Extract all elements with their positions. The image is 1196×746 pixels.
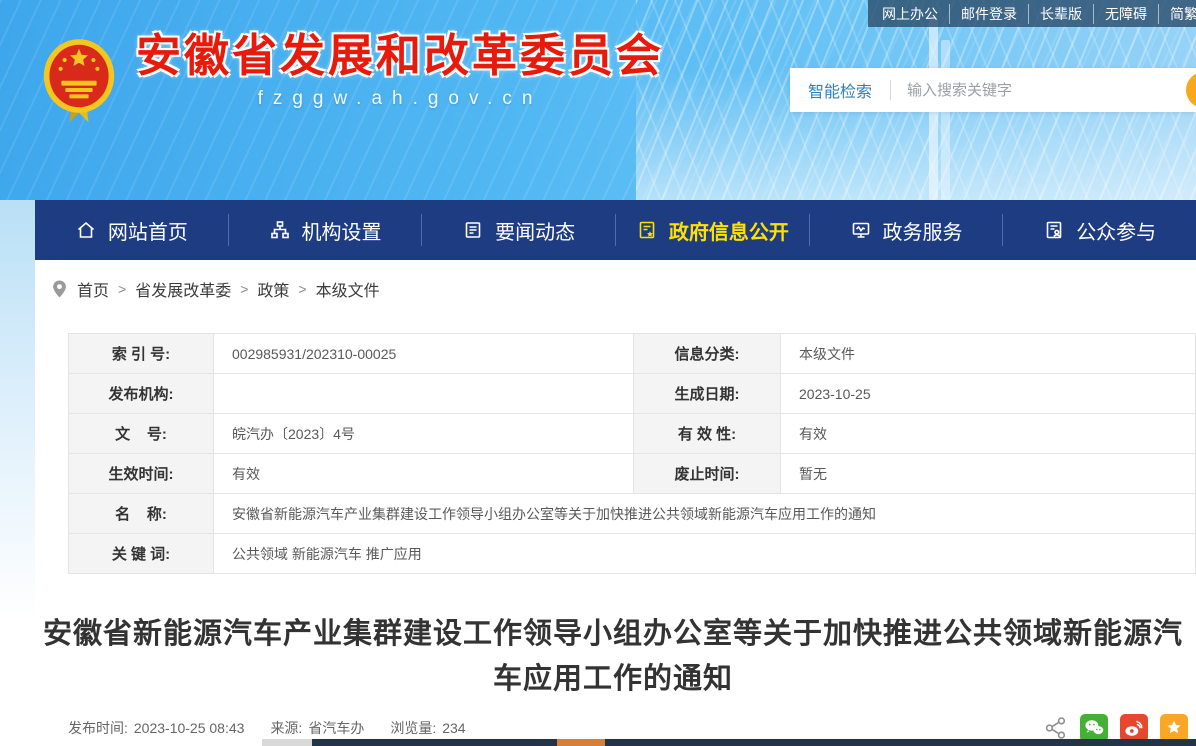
nav-label: 网站首页 <box>108 216 188 245</box>
breadcrumb-item-policy[interactable]: 政策 <box>257 277 289 301</box>
field-label-effective-time: 生效时间: <box>69 454 214 494</box>
nav-label: 政府信息公开 <box>669 216 789 245</box>
nav-item-news[interactable]: 要闻动态 <box>462 216 575 245</box>
home-icon <box>75 219 97 241</box>
bottom-content-strip <box>262 739 1196 746</box>
nav-label: 公众参与 <box>1076 216 1156 245</box>
field-label-name: 名 称: <box>69 494 214 534</box>
field-label-keywords: 关 键 词: <box>69 534 214 574</box>
article-source: 来源: 省汽车办 <box>270 718 364 738</box>
top-link-mail-login[interactable]: 邮件登录 <box>949 4 1017 24</box>
breadcrumb-item-current-level-docs[interactable]: 本级文件 <box>316 277 380 301</box>
search-button[interactable] <box>1186 72 1196 108</box>
qzone-share-icon[interactable] <box>1160 714 1188 742</box>
field-label-info-category: 信息分类: <box>634 334 781 374</box>
nav-item-home[interactable]: 网站首页 <box>75 216 188 245</box>
search-input[interactable] <box>891 82 1196 99</box>
document-star-icon <box>636 219 658 241</box>
site-url: fzggw.ah.gov.cn <box>136 88 664 110</box>
bottom-strip-dark <box>312 739 1196 746</box>
field-value-keywords: 公共领域 新能源汽车 推广应用 <box>214 534 1196 574</box>
top-link-simplified-traditional[interactable]: 简繁 <box>1158 4 1196 24</box>
top-link-online-office[interactable]: 网上办公 <box>882 4 938 24</box>
field-value-doc-number: 皖汽办〔2023〕4号 <box>214 414 634 454</box>
top-utility-bar: 网上办公 邮件登录 长辈版 无障碍 简繁 <box>868 0 1196 27</box>
newspaper-icon <box>462 219 484 241</box>
source-value: 省汽车办 <box>308 720 364 736</box>
breadcrumb-separator: > <box>240 281 248 297</box>
share-icon[interactable] <box>1044 716 1068 740</box>
field-value-index-no: 002985931/202310-00025 <box>214 334 634 374</box>
search-bar: 智能检索 <box>790 68 1196 112</box>
monitor-pulse-icon <box>850 219 872 241</box>
view-count: 浏览量: 234 <box>390 718 465 738</box>
field-value-validity: 有效 <box>781 414 1196 454</box>
field-value-generation-date: 2023-10-25 <box>781 374 1196 414</box>
nav-label: 机构设置 <box>302 216 382 245</box>
field-label-index-no: 索 引 号: <box>69 334 214 374</box>
publish-time: 发布时间: 2023-10-25 08:43 <box>68 718 244 738</box>
field-label-generation-date: 生成日期: <box>634 374 781 414</box>
page-left-margin <box>0 200 35 620</box>
nav-item-organization[interactable]: 机构设置 <box>269 216 382 245</box>
nav-label: 要闻动态 <box>495 216 575 245</box>
main-navigation: 网站首页 机构设置 要闻动态 政府信息公开 <box>35 200 1196 260</box>
share-toolbar <box>1044 714 1188 742</box>
breadcrumb-item-commission[interactable]: 省发展改革委 <box>135 277 231 301</box>
document-info-table: 索 引 号: 002985931/202310-00025 信息分类: 本级文件… <box>68 333 1196 574</box>
breadcrumb-separator: > <box>118 281 126 297</box>
article-title: 安徽省新能源汽车产业集群建设工作领导小组办公室等关于加快推进公共领域新能源汽车应… <box>40 612 1186 702</box>
field-value-repeal-time: 暂无 <box>781 454 1196 494</box>
views-value: 234 <box>442 720 465 736</box>
smart-search-label[interactable]: 智能检索 <box>790 78 890 102</box>
location-pin-icon <box>51 279 68 299</box>
field-value-name: 安徽省新能源汽车产业集群建设工作领导小组办公室等关于加快推进公共领域新能源汽车应… <box>214 494 1196 534</box>
org-chart-icon <box>269 219 291 241</box>
document-person-icon <box>1043 219 1065 241</box>
bridge-pylon <box>941 40 950 200</box>
nav-item-gov-info-disclosure[interactable]: 政府信息公开 <box>636 216 789 245</box>
field-label-issuing-agency: 发布机构: <box>69 374 214 414</box>
breadcrumb-item-home[interactable]: 首页 <box>77 277 109 301</box>
national-emblem-icon <box>38 36 120 124</box>
publish-time-label: 发布时间: <box>68 720 128 736</box>
views-label: 浏览量: <box>390 720 436 736</box>
wechat-share-icon[interactable] <box>1080 714 1108 742</box>
breadcrumb-separator: > <box>298 281 306 297</box>
field-value-issuing-agency <box>214 374 634 414</box>
field-value-info-category: 本级文件 <box>781 334 1196 374</box>
breadcrumb: 首页 > 省发展改革委 > 政策 > 本级文件 <box>35 260 1196 318</box>
source-label: 来源: <box>270 720 302 736</box>
nav-label: 政务服务 <box>883 216 963 245</box>
site-title: 安徽省发展和改革委员会 <box>136 30 664 82</box>
nav-item-public-participation[interactable]: 公众参与 <box>1043 216 1156 245</box>
field-value-effective-time: 有效 <box>214 454 634 494</box>
field-label-validity: 有 效 性: <box>634 414 781 454</box>
top-link-elder-version[interactable]: 长辈版 <box>1028 4 1082 24</box>
weibo-share-icon[interactable] <box>1120 714 1148 742</box>
bottom-strip-orange <box>557 739 605 746</box>
field-label-repeal-time: 废止时间: <box>634 454 781 494</box>
site-logo[interactable]: 安徽省发展和改革委员会 fzggw.ah.gov.cn <box>38 30 664 124</box>
site-identity: 安徽省发展和改革委员会 fzggw.ah.gov.cn <box>136 30 664 110</box>
field-label-doc-number: 文 号: <box>69 414 214 454</box>
nav-item-gov-services[interactable]: 政务服务 <box>850 216 963 245</box>
publish-time-value: 2023-10-25 08:43 <box>134 720 245 736</box>
top-link-accessibility[interactable]: 无障碍 <box>1093 4 1147 24</box>
